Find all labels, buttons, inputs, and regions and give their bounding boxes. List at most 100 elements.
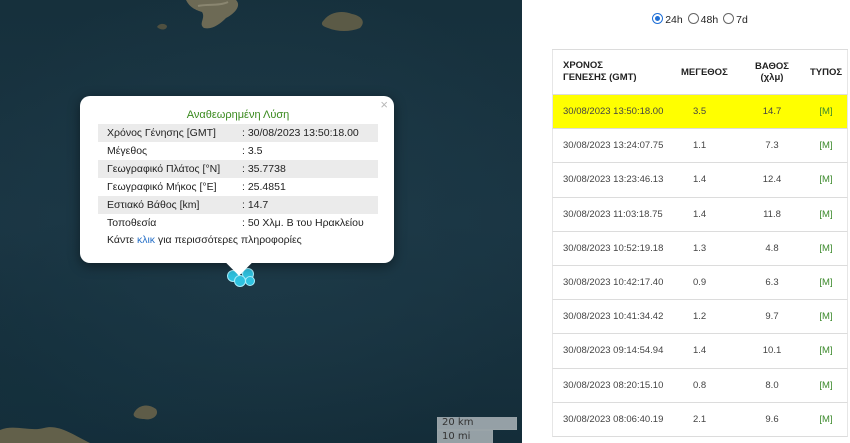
- cell-time: 30/08/2023 13:50:18.00: [563, 106, 664, 118]
- period-label: 48h: [700, 14, 719, 26]
- popup-row-longitude: Γεωγραφικό Μήκος [°E] : 25.4851: [98, 178, 378, 196]
- popup-more-info: Κάντε κλικ για περισσότερες πληροφορίες: [98, 232, 378, 249]
- cell-magnitude: 0.8: [693, 379, 707, 391]
- table-row[interactable]: 30/08/2023 10:42:17.40 0.9 6.3 [M]: [552, 265, 848, 301]
- cell-type: [M]: [819, 106, 833, 118]
- cell-depth: 10.1: [762, 345, 782, 357]
- header-text: ΓΕΝΕΣΗΣ (GMT): [563, 72, 637, 83]
- cell-depth: 4.8: [765, 242, 779, 254]
- table-header: ΧΡΟΝΟΣ ΓΕΝΕΣΗΣ (GMT) ΜΕΓΕΘΟΣ ΒΑΘΟΣ (χλμ) Τ…: [552, 50, 848, 95]
- map-scale-bar: 20 km 10 mi: [437, 417, 517, 443]
- popup-row-magnitude: Μέγεθος : 3.5: [98, 142, 378, 160]
- table-row[interactable]: 30/08/2023 09:14:54.94 1.4 10.1 [M]: [552, 334, 848, 369]
- popup-row-key: Χρόνος Γένησης [GMT]: [107, 127, 216, 139]
- table-row[interactable]: 30/08/2023 08:06:40.19 2.1 9.6 [M]: [552, 402, 848, 437]
- table-row[interactable]: 30/08/2023 13:24:07.75 1.1 7.3 [M]: [552, 129, 848, 164]
- close-icon[interactable]: ×: [380, 98, 388, 112]
- popup-row-key: Γεωγραφικό Μήκος [°E]: [107, 181, 217, 193]
- cell-magnitude: 0.9: [693, 277, 707, 289]
- cell-depth: 12.4: [762, 174, 782, 186]
- period-option-24h[interactable]: 24h: [652, 13, 683, 26]
- island-santorini: [186, 0, 239, 29]
- header-origin-time[interactable]: ΧΡΟΝΟΣ ΓΕΝΕΣΗΣ (GMT): [553, 60, 679, 84]
- period-selector: 24h 48h 7d: [550, 13, 850, 26]
- popup-more-suffix: για περισσότερες πληροφορίες: [155, 234, 302, 246]
- popup-row-value: : 25.4851: [242, 181, 286, 193]
- cell-magnitude: 1.4: [693, 174, 707, 186]
- popup-row-location: Τοποθεσία : 50 Χλμ. Β του Ηρακλείου: [98, 214, 378, 232]
- radio-selected-icon[interactable]: [652, 13, 664, 24]
- table-row[interactable]: 30/08/2023 08:20:15.10 0.8 8.0 [M]: [552, 368, 848, 403]
- period-label: 7d: [736, 14, 748, 26]
- island-anafi: [321, 12, 363, 31]
- table-row[interactable]: 30/08/2023 10:52:19.18 1.3 4.8 [M]: [552, 231, 848, 266]
- cell-type: [M]: [819, 277, 833, 289]
- cell-magnitude: 1.3: [693, 242, 707, 254]
- header-text: ΒΑΘΟΣ: [755, 61, 789, 72]
- popup-row-value: : 35.7738: [242, 163, 286, 175]
- earthquake-list-panel: 24h 48h 7d ΧΡΟΝΟΣ ΓΕΝΕΣΗΣ (GMT) ΜΕΓΕΘΟΣ Β…: [550, 0, 850, 443]
- cell-type: [M]: [819, 379, 833, 391]
- cell-time: 30/08/2023 09:14:54.94: [563, 345, 664, 357]
- header-magnitude[interactable]: ΜΕΓΕΘΟΣ: [679, 67, 739, 78]
- period-option-48h[interactable]: 48h: [687, 13, 719, 26]
- coast-crete: [0, 427, 90, 443]
- cell-magnitude: 1.4: [693, 345, 707, 357]
- table-row[interactable]: 30/08/2023 10:41:34.42 1.2 9.7 [M]: [552, 300, 848, 335]
- radio-icon[interactable]: [723, 13, 735, 24]
- map-view[interactable]: × Αναθεωρημένη Λύση Χρόνος Γένησης [GMT]…: [0, 0, 522, 443]
- scale-mi: 10 mi: [437, 430, 493, 443]
- popup-row-key: Γεωγραφικό Πλάτος [°N]: [107, 163, 221, 175]
- cell-time: 30/08/2023 13:24:07.75: [563, 140, 664, 152]
- period-option-7d[interactable]: 7d: [723, 13, 748, 26]
- cell-depth: 14.7: [762, 106, 782, 118]
- popup-more-prefix: Κάντε: [107, 234, 137, 246]
- cell-magnitude: 1.2: [693, 311, 707, 323]
- cell-time: 30/08/2023 11:03:18.75: [563, 208, 663, 220]
- cell-time: 30/08/2023 10:52:19.18: [563, 242, 664, 254]
- cell-type: [M]: [819, 140, 833, 152]
- popup-row-key: Τοποθεσία: [107, 217, 157, 229]
- table-row[interactable]: 30/08/2023 11:03:18.75 1.4 11.8 [M]: [552, 197, 848, 232]
- cell-time: 30/08/2023 10:42:17.40: [563, 277, 664, 289]
- period-label: 24h: [665, 14, 683, 26]
- cell-time: 30/08/2023 08:06:40.19: [563, 413, 664, 425]
- earthquake-info-popup: × Αναθεωρημένη Λύση Χρόνος Γένησης [GMT]…: [80, 96, 394, 276]
- cell-time: 30/08/2023 08:20:15.10: [563, 379, 664, 391]
- cell-magnitude: 1.1: [693, 140, 707, 152]
- header-text: ΧΡΟΝΟΣ: [563, 60, 604, 71]
- cell-magnitude: 1.4: [693, 208, 707, 220]
- cell-type: [M]: [819, 311, 833, 323]
- popup-title: Αναθεωρημένη Λύση: [186, 109, 290, 121]
- radio-icon[interactable]: [687, 13, 699, 24]
- header-depth[interactable]: ΒΑΘΟΣ (χλμ): [739, 61, 805, 83]
- cell-time: 30/08/2023 13:23:46.13: [563, 174, 664, 186]
- island-dia: [133, 405, 158, 420]
- popup-row-origin-time: Χρόνος Γένησης [GMT] : 30/08/2023 13:50:…: [98, 124, 378, 142]
- cell-magnitude: 3.5: [693, 106, 707, 118]
- cell-depth: 8.0: [765, 379, 779, 391]
- earthquake-table: ΧΡΟΝΟΣ ΓΕΝΕΣΗΣ (GMT) ΜΕΓΕΘΟΣ ΒΑΘΟΣ (χλμ) Τ…: [552, 49, 848, 437]
- table-row[interactable]: 30/08/2023 13:23:46.13 1.4 12.4 [M]: [552, 163, 848, 198]
- scale-km: 20 km: [437, 417, 517, 430]
- header-type[interactable]: ΤΥΠΟΣ: [805, 67, 847, 78]
- popup-row-value: : 30/08/2023 13:50:18.00: [242, 127, 359, 139]
- cell-depth: 9.6: [765, 413, 779, 425]
- popup-row-key: Μέγεθος: [107, 145, 148, 157]
- cell-type: [M]: [819, 208, 833, 220]
- cell-type: [M]: [819, 345, 833, 357]
- earthquake-marker[interactable]: [245, 276, 255, 286]
- popup-row-key: Εστιακό Βάθος [km]: [107, 199, 200, 211]
- cell-type: [M]: [819, 413, 833, 425]
- cell-depth: 7.3: [765, 140, 779, 152]
- cell-magnitude: 2.1: [693, 413, 707, 425]
- cell-type: [M]: [819, 242, 833, 254]
- more-info-link[interactable]: κλικ: [137, 234, 155, 246]
- cell-depth: 9.7: [765, 311, 779, 323]
- table-row[interactable]: 30/08/2023 13:50:18.00 3.5 14.7 [M]: [552, 95, 848, 130]
- divider: [522, 0, 550, 443]
- popup-row-value: : 14.7: [242, 199, 269, 211]
- islet: [157, 23, 167, 30]
- popup-row-value: : 50 Χλμ. Β του Ηρακλείου: [242, 217, 364, 229]
- header-text: (χλμ): [760, 72, 784, 83]
